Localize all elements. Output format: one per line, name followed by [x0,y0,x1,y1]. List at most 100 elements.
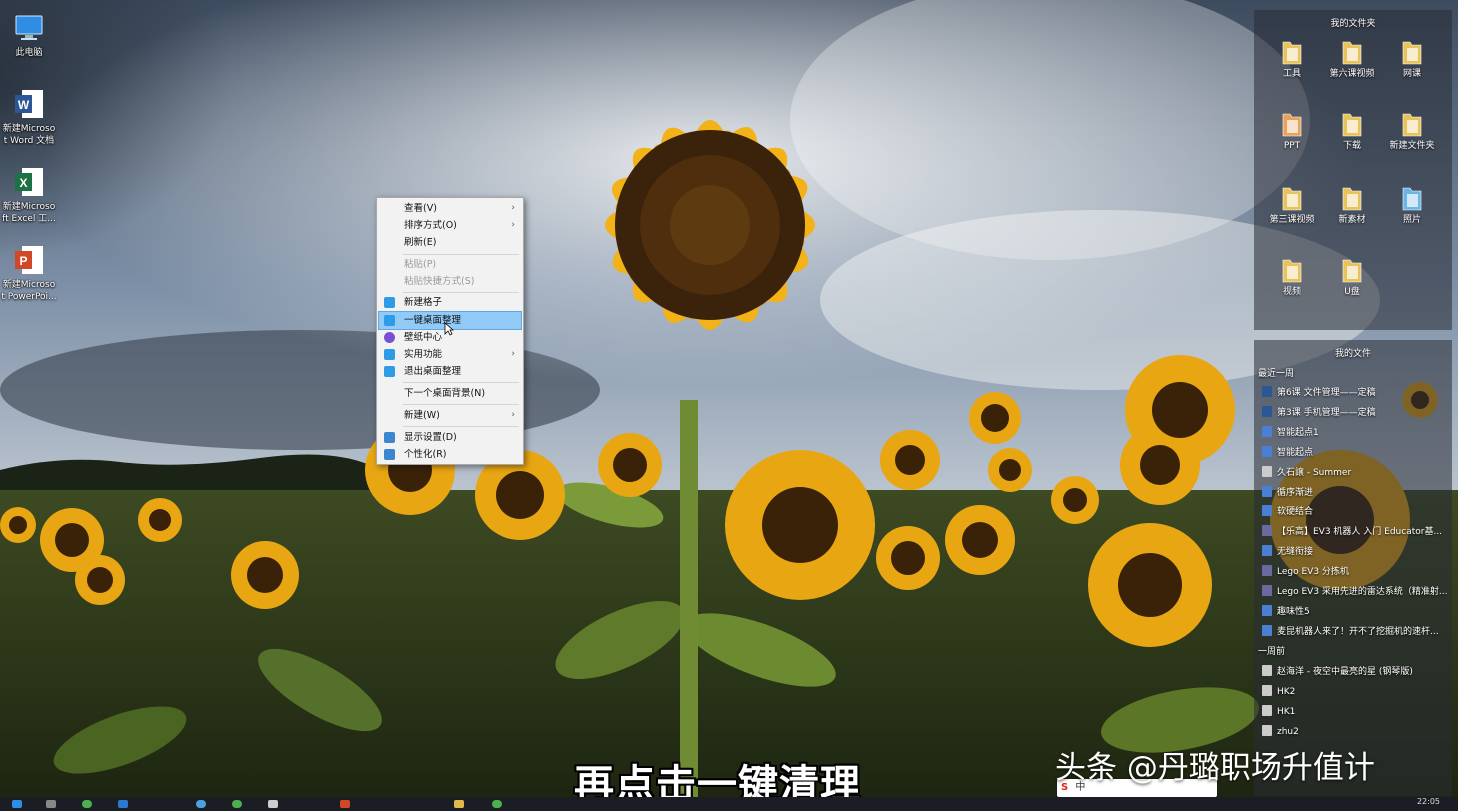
menu-item-new[interactable]: 新建(W) › [379,407,521,424]
file-icon [1262,684,1272,696]
file-icon [1262,445,1272,457]
menu-item-exit-organize[interactable]: 退出桌面整理 [379,363,521,380]
menu-separator [403,254,519,255]
browser-icon[interactable] [196,800,206,808]
folder-item[interactable]: 视频 [1262,256,1322,298]
file-icon [1262,704,1272,716]
file-icon [1262,425,1272,437]
file-item[interactable]: Lego EV3 分拣机 [1262,563,1452,581]
menu-item-label: 粘贴(P) [404,259,437,270]
menu-item-utilities[interactable]: 实用功能 › [379,346,521,363]
file-item[interactable]: HK2 [1262,683,1452,701]
taskbar-clock[interactable]: 22:05 [1417,797,1440,807]
folder-label: 下载 [1342,141,1361,151]
file-label: 赵海洋 - 夜空中最亮的星 (钢琴版) [1277,667,1413,677]
menu-item-personalize[interactable]: 个性化(R) [379,446,521,463]
desktop-icon-computer[interactable]: 此电脑 [0,12,58,59]
app-icon[interactable] [118,800,128,808]
mouse-cursor-icon [444,322,454,336]
file-label: 久石譲 - Summer [1277,467,1352,478]
file-group-recent: 最近一周 [1258,369,1295,379]
menu-item-new-fence[interactable]: 新建格子 [379,294,521,311]
folder-item[interactable]: 网课 [1382,38,1442,80]
menu-item-view[interactable]: 查看(V) › [379,200,521,217]
file-item[interactable]: 第6课 文件管理——定稿 [1262,384,1452,402]
folder-item[interactable]: 照片 [1382,184,1442,226]
app-icon[interactable] [492,800,502,808]
file-label: Lego EV3 采用先进的雷达系统（精准射... [1277,587,1448,597]
folder-label: 照片 [1402,215,1421,225]
file-icon [1262,525,1272,537]
file-label: 智能起点1 [1277,427,1319,438]
file-icon [1262,565,1272,577]
svg-text:X: X [19,176,27,190]
powerpoint-icon[interactable] [340,800,350,808]
organize-grid-icon [384,315,395,326]
file-item[interactable]: 赵海洋 - 夜空中最亮的星 (钢琴版) [1262,663,1452,681]
file-icon [1262,585,1272,596]
desktop-icon-word-doc[interactable]: W 新建Microso t Word 文档 [0,88,58,147]
menu-item-label: 排序方式(O) [404,220,457,231]
search-icon[interactable] [46,800,56,808]
folder-label: 视频 [1282,287,1301,297]
svg-text:W: W [18,98,30,112]
file-item[interactable]: 久石譲 - Summer [1262,464,1452,482]
folder-icon [1341,110,1363,138]
folder-label: 新建文件夹 [1389,141,1435,151]
menu-separator [403,404,519,405]
file-item[interactable]: 趣味性5 [1262,603,1452,621]
file-item[interactable]: 智能起点1 [1262,424,1452,442]
app-icon[interactable] [232,800,242,808]
folder-item[interactable]: 工具 [1262,38,1322,80]
menu-separator [403,426,519,427]
desktop-icon-label: 新建Microso t Word 文档 [2,124,56,146]
folder-item[interactable]: 新素材 [1322,184,1382,226]
folder-item[interactable]: U盘 [1322,256,1382,298]
folder-item[interactable]: 新建文件夹 [1382,110,1442,152]
menu-item-label: 退出桌面整理 [404,366,462,377]
desktop-icon-label: 此电脑 [15,48,43,58]
menu-item-label: 刷新(E) [404,237,437,248]
menu-item-refresh[interactable]: 刷新(E) [379,234,521,251]
fence-title: 我的文件 [1334,349,1371,359]
menu-item-label: 壁纸中心 [404,332,443,343]
folder-icon [1281,256,1303,284]
folder-icon [1341,38,1363,66]
folder-label: 第六课视频 [1329,69,1375,79]
submenu-arrow-icon: › [511,349,515,359]
menu-item-display-settings[interactable]: 显示设置(D) [379,429,521,446]
menu-item-sort[interactable]: 排序方式(O) › [379,217,521,234]
menu-separator [403,292,519,293]
menu-item-label: 下一个桌面背景(N) [404,388,486,399]
folder-item[interactable]: 第六课视频 [1322,38,1382,80]
desktop-icon-powerpoint-doc[interactable]: P 新建Microso t PowerPoi... [0,244,58,303]
folder-icon[interactable] [454,800,464,808]
file-item[interactable]: 软硬结合 [1262,503,1452,521]
excel-icon: X [13,166,45,198]
file-label: 第6课 文件管理——定稿 [1277,388,1376,398]
file-label: 【乐高】EV3 机器人 入门 Educator基... [1277,527,1443,538]
folder-label: U盘 [1344,287,1360,297]
file-item[interactable]: 循序渐进 [1262,484,1452,502]
file-item[interactable]: 麦昆机器人来了！开不了挖掘机的速杆... [1262,623,1452,641]
file-item[interactable]: Lego EV3 采用先进的雷达系统（精准射... [1262,583,1452,601]
folder-label: 网课 [1402,69,1421,79]
file-item[interactable]: 智能起点 [1262,444,1452,462]
file-item[interactable]: 【乐高】EV3 机器人 入门 Educator基... [1262,523,1452,541]
menu-item-next-background[interactable]: 下一个桌面背景(N) [379,385,521,402]
folder-label: 新素材 [1338,215,1366,225]
folder-item[interactable]: 下载 [1322,110,1382,152]
app-icon[interactable] [82,800,92,808]
toutiao-watermark: 头条 @丹璐职场升值计 [1055,750,1375,786]
file-label: zhu2 [1277,726,1299,737]
file-label: HK1 [1277,706,1296,717]
desktop-icon-excel-doc[interactable]: X 新建Microso ft Excel 工... [0,166,58,225]
folder-item[interactable]: PPT [1262,110,1322,152]
app-icon[interactable] [268,800,278,808]
start-icon[interactable] [12,800,22,808]
file-item[interactable]: 无缝衔接 [1262,543,1452,561]
folder-item[interactable]: 第三课视频 [1262,184,1322,226]
file-item[interactable]: HK1 [1262,703,1452,721]
file-item[interactable]: zhu2 [1262,723,1452,741]
file-item[interactable]: 第3课 手机管理——定稿 [1262,404,1452,422]
